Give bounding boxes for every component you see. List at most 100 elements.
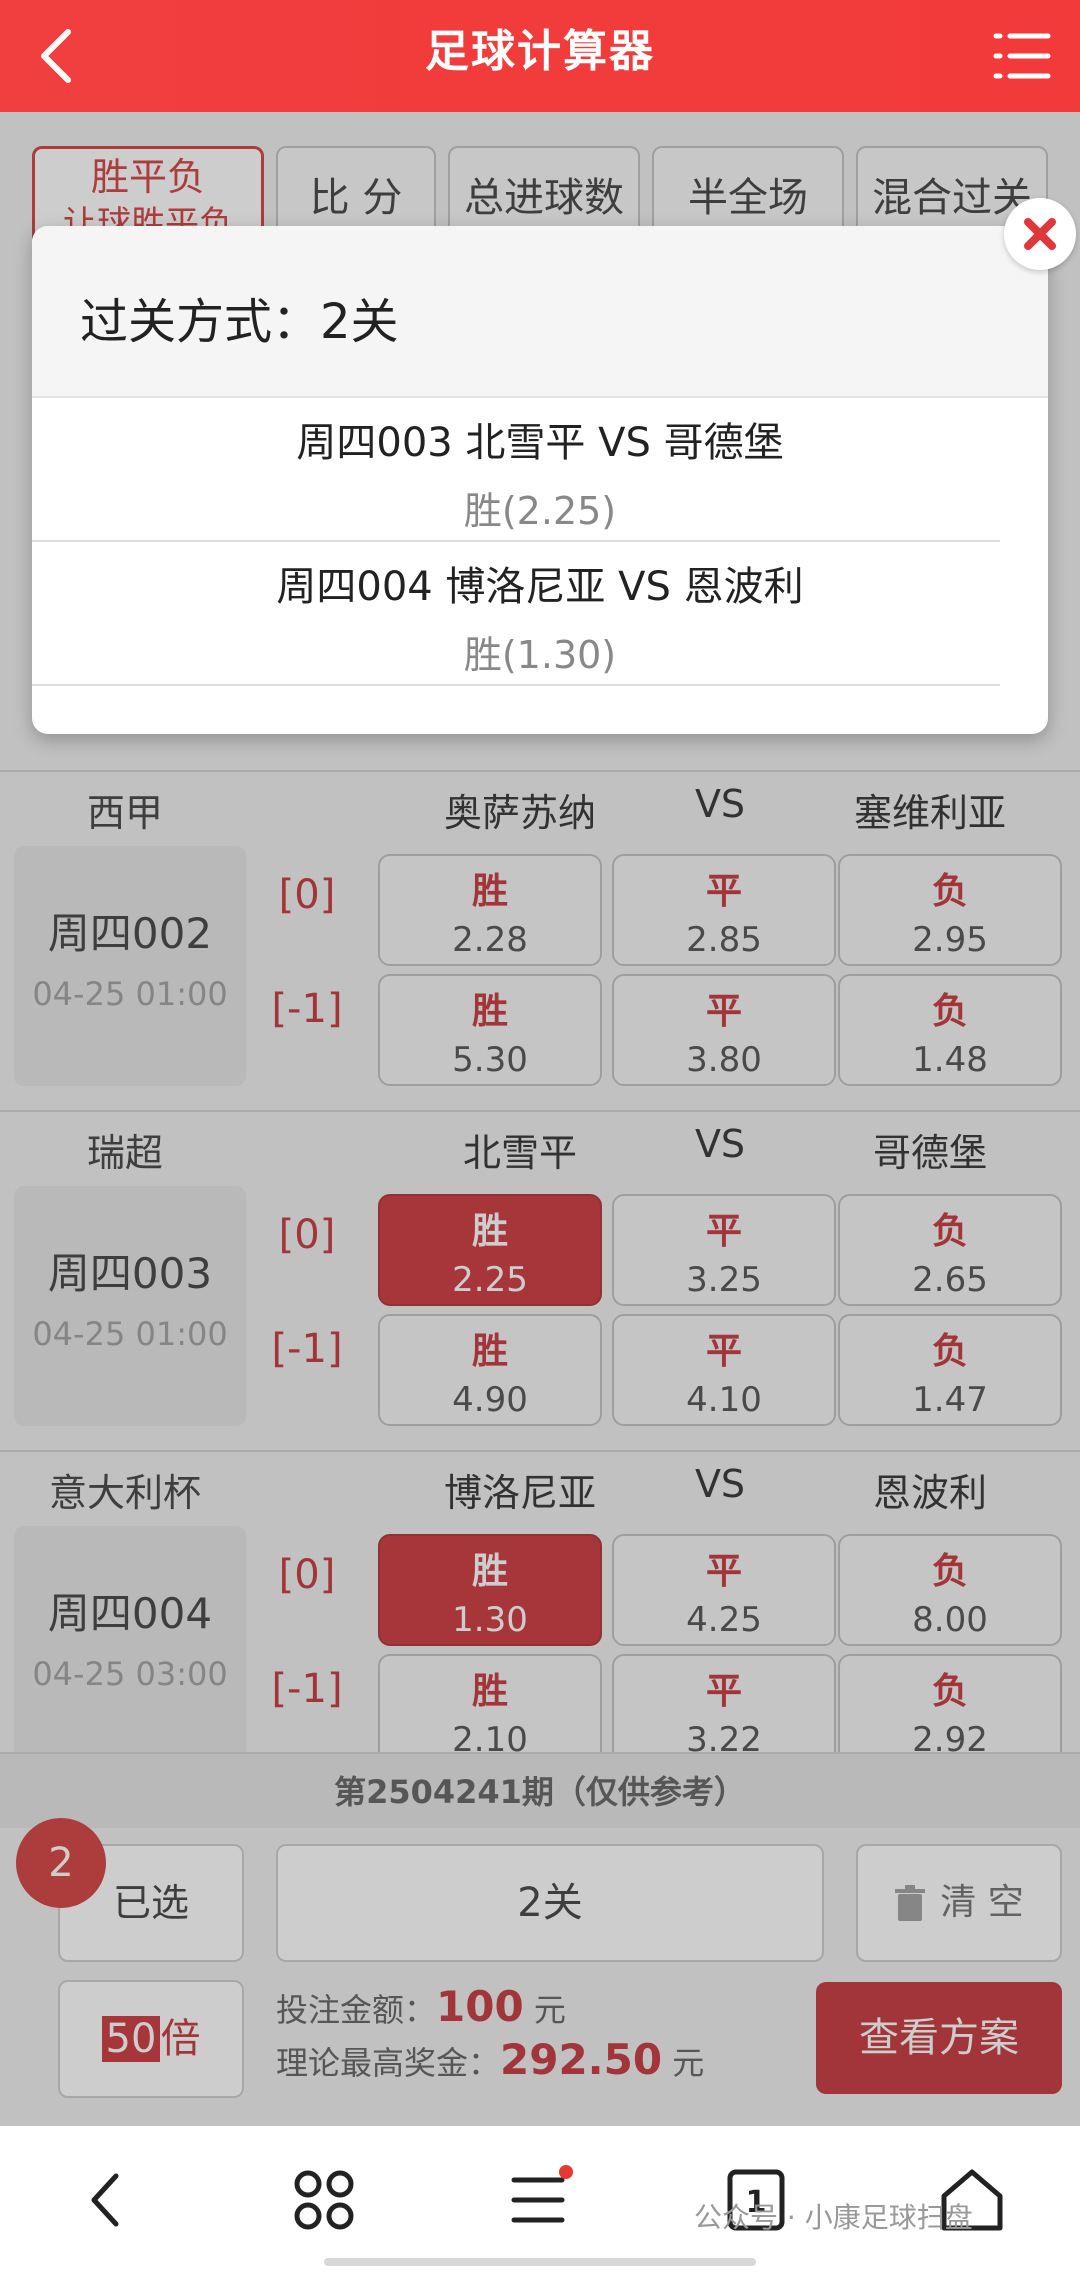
match-code: 周四004 [47,1589,213,1638]
list-item: 周四003 北雪平 VS 哥德堡 胜(2.25) [32,410,1048,535]
odds-value: 4.90 [452,1380,528,1420]
bet-summary: 投注金额：100 元 理论最高奖金：292.50 元 [276,1982,796,2084]
bet-amount-value: 100 [436,1982,524,2031]
odds-value: 1.47 [912,1380,988,1420]
odds-cell-lose[interactable]: 负 2.92 [838,1654,1062,1766]
home-team: 博洛尼亚 [443,1471,596,1515]
modal-match-teams: 周四003 北雪平 VS 哥德堡 [296,420,784,466]
vs-label: VS [694,782,746,826]
handicap-label: [-1] [271,1326,343,1372]
odds-cell-draw[interactable]: 平 2.85 [612,854,836,966]
odds-label: 负 [931,991,968,1032]
odds-label: 平 [705,1551,742,1592]
handicap-label: [0] [278,1552,336,1598]
league-name: 瑞超 [86,1131,163,1175]
nav-back-icon[interactable] [70,2164,142,2236]
odds-cell-win-selected[interactable]: 胜 1.30 [378,1534,602,1646]
match-info-card: 周四002 04-25 01:00 [14,846,246,1086]
match-info-card: 周四004 04-25 03:00 [14,1526,246,1766]
odds-value: 4.10 [686,1380,762,1420]
vs-label: VS [694,1462,746,1506]
odds-cell-lose[interactable]: 负 1.48 [838,974,1062,1086]
modal-match-pick: 胜(2.25) [463,489,617,533]
close-icon[interactable] [1004,198,1076,270]
list-menu-icon[interactable] [992,24,1052,88]
nav-menu-icon[interactable] [504,2164,576,2236]
nav-apps-icon[interactable] [288,2164,360,2236]
view-plan-button[interactable]: 查看方案 [816,1982,1062,2094]
odds-value: 1.30 [452,1600,528,1640]
bet-amount-label: 投注金额： [276,1991,437,2029]
odds-label: 胜 [471,1551,508,1592]
match-row: 西甲 奥萨苏纳 VS 塞维利亚 周四002 04-25 01:00 [0] [-… [0,770,1080,1110]
odds-cell-lose[interactable]: 负 2.65 [838,1194,1062,1306]
odds-cell-win[interactable]: 胜 2.28 [378,854,602,966]
odds-value: 4.25 [686,1600,762,1640]
parlay-modal: 过关方式：2关 周四003 北雪平 VS 哥德堡 胜(2.25) 周四004 博… [32,226,1048,734]
odds-cell-win[interactable]: 胜 2.10 [378,1654,602,1766]
home-indicator[interactable] [324,2258,756,2266]
odds-cell-draw[interactable]: 平 3.25 [612,1194,836,1306]
match-row: 瑞超 北雪平 VS 哥德堡 周四003 04-25 01:00 [0] [-1]… [0,1110,1080,1450]
odds-label: 胜 [471,871,508,912]
period-label: 第2504241期（仅供参考） [0,1752,1080,1828]
handicap-label: [-1] [271,1666,343,1712]
max-prize-label: 理论最高奖金： [276,2044,501,2082]
league-name: 西甲 [86,791,163,835]
page-title: 足球计算器 [425,26,655,77]
odds-label: 平 [705,871,742,912]
odds-label: 平 [705,1211,742,1252]
away-team: 塞维利亚 [853,791,1006,835]
list-item: 周四004 博洛尼亚 VS 恩波利 胜(1.30) [32,554,1048,679]
clear-button[interactable]: 清 空 [856,1844,1062,1962]
odds-value: 2.85 [686,920,762,960]
odds-cell-win[interactable]: 胜 5.30 [378,974,602,1086]
odds-value: 8.00 [912,1600,988,1640]
odds-cell-draw[interactable]: 平 4.25 [612,1534,836,1646]
odds-cell-win[interactable]: 胜 4.90 [378,1314,602,1426]
bet-amount-unit: 元 [533,1991,566,2029]
odds-cell-lose[interactable]: 负 2.95 [838,854,1062,966]
league-name: 意大利杯 [48,1471,201,1515]
match-code: 周四002 [47,909,213,958]
odds-label: 胜 [471,1671,508,1712]
odds-label: 胜 [471,991,508,1032]
odds-value: 3.25 [686,1260,762,1300]
odds-cell-lose[interactable]: 负 1.47 [838,1314,1062,1426]
odds-cell-draw[interactable]: 平 3.22 [612,1654,836,1766]
max-prize-value: 292.50 [500,2035,663,2084]
multiplier-value: 50 [101,2016,161,2062]
odds-label: 胜 [471,1211,508,1252]
match-row: 意大利杯 博洛尼亚 VS 恩波利 周四004 04-25 03:00 [0] [… [0,1450,1080,1790]
home-team: 奥萨苏纳 [443,791,596,835]
multiplier-stepper[interactable]: 50 倍 [58,1980,244,2098]
selected-count-badge: 2 [16,1818,106,1908]
odds-label: 负 [931,1331,968,1372]
handicap-label: [0] [278,1212,336,1258]
home-team: 北雪平 [462,1131,577,1175]
odds-value: 2.65 [912,1260,988,1300]
odds-label: 负 [931,1211,968,1252]
divider [32,540,1000,542]
odds-cell-draw[interactable]: 平 3.80 [612,974,836,1086]
vs-label: VS [694,1122,746,1166]
divider [32,684,1000,686]
odds-label: 胜 [471,1331,508,1372]
odds-value: 2.28 [452,920,528,960]
modal-title: 过关方式：2关 [80,294,399,350]
clear-label: 清 空 [940,1882,1024,1923]
parlay-type-button[interactable]: 2关 [276,1844,824,1962]
odds-cell-lose[interactable]: 负 8.00 [838,1534,1062,1646]
odds-value: 5.30 [452,1040,528,1080]
match-time: 04-25 03:00 [32,1655,228,1693]
odds-label: 负 [931,1671,968,1712]
odds-cell-win-selected[interactable]: 胜 2.25 [378,1194,602,1306]
odds-label: 负 [931,1551,968,1592]
odds-cell-draw[interactable]: 平 4.10 [612,1314,836,1426]
match-info-card: 周四003 04-25 01:00 [14,1186,246,1426]
odds-value: 2.25 [452,1260,528,1300]
modal-match-pick: 胜(1.30) [463,633,617,677]
odds-value: 3.80 [686,1040,762,1080]
max-prize-unit: 元 [672,2044,705,2082]
odds-label: 平 [705,991,742,1032]
